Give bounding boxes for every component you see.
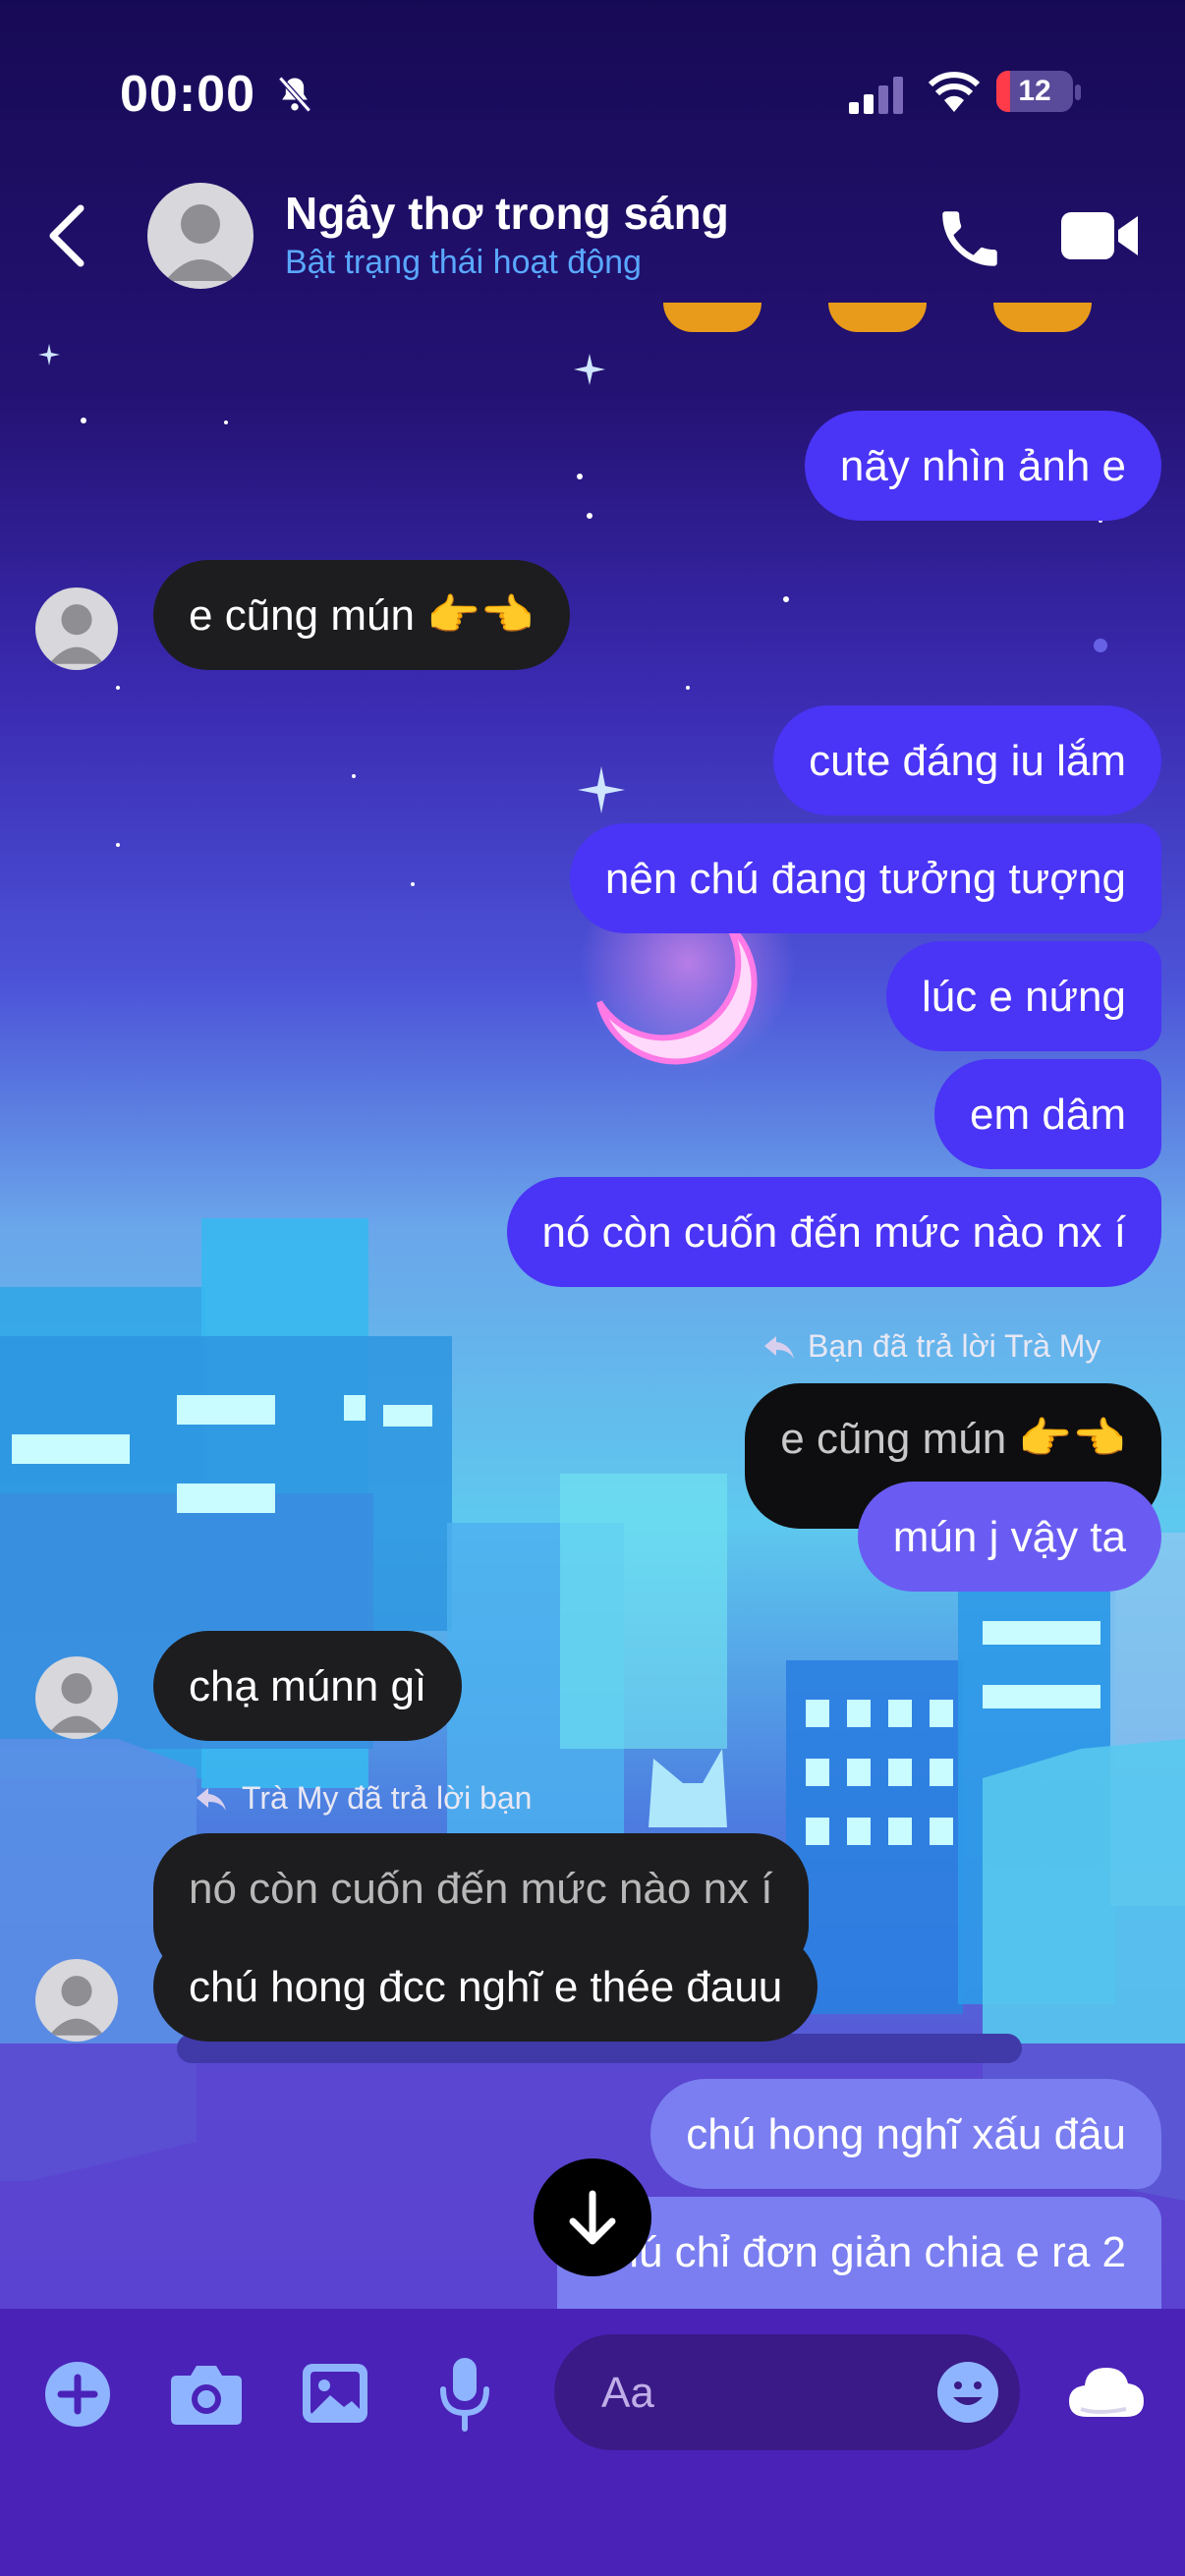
scroll-to-bottom-button[interactable] — [534, 2158, 651, 2276]
message-input-container[interactable] — [554, 2334, 1020, 2452]
default-avatar-icon — [165, 204, 236, 281]
gallery-image-icon[interactable] — [301, 2362, 369, 2425]
message-bubble-incoming[interactable]: chạ múnn gì — [153, 1631, 463, 1741]
battery-cap — [1075, 84, 1081, 100]
contact-avatar[interactable] — [147, 183, 254, 289]
message-bubble-outgoing[interactable]: nên chú đang tưởng tượng — [569, 823, 1161, 933]
message-bubble-outgoing[interactable]: nó còn cuốn đến mức nào nx í — [506, 1177, 1161, 1287]
cloud-like-icon[interactable] — [1067, 2364, 1146, 2421]
arrow-down-icon — [569, 2190, 616, 2245]
sender-avatar[interactable] — [35, 588, 118, 670]
battery-indicator: 12 — [996, 71, 1073, 112]
plus-icon[interactable] — [43, 2360, 112, 2429]
message-bubble-outgoing[interactable]: chú hong nghĩ xấu đâu — [650, 2079, 1161, 2189]
reply-context-label: Trà My đã trả lời bạn — [242, 1780, 533, 1816]
emoji-peek — [993, 303, 1092, 332]
default-avatar-icon — [49, 1673, 104, 1733]
message-bubble-incoming[interactable]: chú hong đcc nghĩ e thée đauu — [153, 1932, 818, 2042]
message-bubble-outgoing[interactable]: cute đáng iu lắm — [773, 705, 1161, 815]
message-bubble-outgoing[interactable]: lúc e nứng — [885, 941, 1161, 1051]
message-bubble-outgoing[interactable]: mún j vậy ta — [857, 1482, 1161, 1592]
reply-context-label: Bạn đã trả lời Trà My — [808, 1328, 1101, 1364]
bell-muted-icon — [278, 76, 311, 113]
cellular-signal-icon — [849, 77, 903, 114]
message-bubble-incoming[interactable]: e cũng mún 👉👈 — [153, 560, 570, 670]
status-time: 00:00 — [120, 66, 255, 123]
sender-avatar[interactable] — [35, 1656, 118, 1739]
reply-arrow-icon — [197, 1788, 226, 1811]
emoji-peek — [828, 303, 927, 332]
default-avatar-icon — [49, 1976, 104, 2036]
emoji-peek — [663, 303, 762, 332]
default-avatar-icon — [49, 604, 104, 664]
video-call-icon[interactable] — [1059, 206, 1142, 265]
microphone-icon[interactable] — [438, 2356, 491, 2435]
phone-call-icon[interactable] — [933, 202, 1006, 275]
battery-percent: 12 — [1018, 75, 1051, 107]
reply-arrow-icon — [764, 1336, 794, 1359]
contact-name[interactable]: Ngây thơ trong sáng — [285, 187, 729, 240]
camera-icon[interactable] — [169, 2362, 244, 2427]
back-chevron-icon[interactable] — [39, 196, 98, 275]
sender-avatar[interactable] — [35, 1959, 118, 2042]
wifi-icon — [928, 72, 981, 112]
emoji-smile-icon[interactable] — [935, 2360, 1000, 2425]
message-input[interactable] — [599, 2334, 898, 2452]
message-bubble-outgoing[interactable]: em dâm — [934, 1059, 1161, 1169]
active-status-link[interactable]: Bật trạng thái hoạt động — [285, 244, 642, 282]
message-bubble-outgoing[interactable]: nãy nhìn ảnh e — [804, 411, 1161, 521]
